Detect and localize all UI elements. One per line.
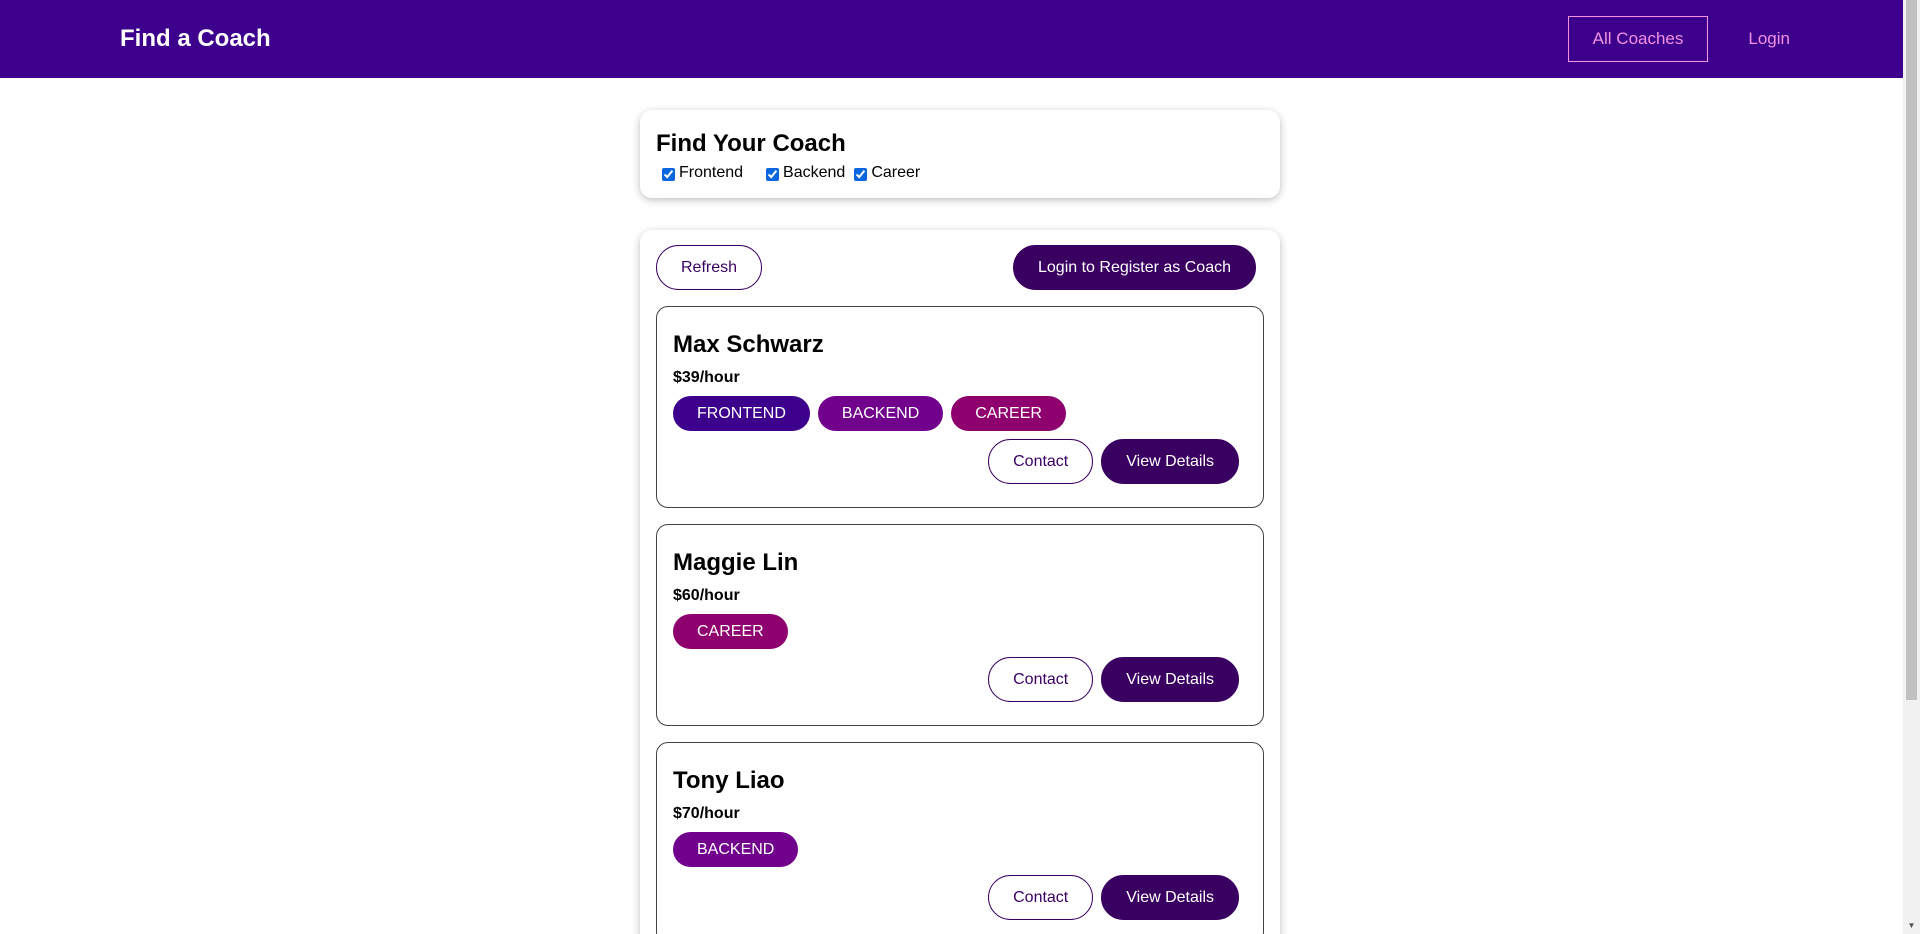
page-scrollbar[interactable]: ▲ ▼ <box>1903 0 1920 934</box>
filter-frontend-label: Frontend <box>679 164 744 181</box>
register-coach-button[interactable]: Login to Register as Coach <box>1013 245 1256 290</box>
area-badge: FRONTEND <box>673 396 810 431</box>
scroll-down-arrow-icon[interactable]: ▼ <box>1903 917 1920 934</box>
area-badge: CAREER <box>673 614 788 649</box>
coach-actions: Contact View Details <box>673 657 1247 702</box>
coach-item: Maggie Lin $60/hour CAREER Contact View … <box>656 524 1264 726</box>
coach-rate: $39/hour <box>673 369 740 386</box>
filter-frontend[interactable]: Frontend <box>656 164 743 182</box>
nav-login[interactable]: Login <box>1723 16 1815 62</box>
coach-filter-card: Find Your Coach Frontend Backend Career <box>640 110 1280 198</box>
coach-areas: FRONTEND BACKEND CAREER <box>673 396 1247 431</box>
brand-title[interactable]: Find a Coach <box>120 25 271 53</box>
refresh-button[interactable]: Refresh <box>656 245 763 290</box>
coach-areas: BACKEND <box>673 832 1247 867</box>
scroll-thumb[interactable] <box>1906 0 1917 700</box>
coach-name: Max Schwarz <box>673 331 824 358</box>
coach-list: Max Schwarz $39/hour FRONTEND BACKEND CA… <box>656 306 1264 934</box>
coach-rate: $70/hour <box>673 805 740 822</box>
coach-name: Maggie Lin <box>673 549 799 576</box>
coach-name: Tony Liao <box>673 767 785 794</box>
coach-item: Max Schwarz $39/hour FRONTEND BACKEND CA… <box>656 306 1264 508</box>
career-checkbox[interactable] <box>854 168 868 181</box>
coach-areas: CAREER <box>673 614 1247 649</box>
frontend-checkbox[interactable] <box>662 168 675 181</box>
coach-actions: Contact View Details <box>673 439 1247 484</box>
list-controls: Refresh Login to Register as Coach <box>656 245 1264 290</box>
backend-checkbox[interactable] <box>766 168 780 181</box>
contact-button[interactable]: Contact <box>988 439 1094 484</box>
coach-item: Tony Liao $70/hour BACKEND Contact View … <box>656 742 1264 934</box>
main-content: Find Your Coach Frontend Backend Career … <box>640 78 1280 934</box>
coach-rate: $60/hour <box>673 587 740 604</box>
contact-button[interactable]: Contact <box>988 875 1094 920</box>
contact-button[interactable]: Contact <box>988 657 1094 702</box>
view-details-button[interactable]: View Details <box>1101 875 1239 920</box>
filter-career-label: Career <box>871 164 921 181</box>
app-header: Find a Coach All Coaches Login <box>0 0 1920 78</box>
nav-all-coaches[interactable]: All Coaches <box>1567 16 1709 62</box>
coach-list-card: Refresh Login to Register as Coach Max S… <box>640 230 1280 934</box>
filter-career[interactable]: Career <box>848 164 920 182</box>
area-badge: BACKEND <box>817 396 944 431</box>
filter-backend[interactable]: Backend <box>760 164 845 182</box>
filter-title: Find Your Coach <box>656 130 846 157</box>
view-details-button[interactable]: View Details <box>1101 657 1239 702</box>
coach-actions: Contact View Details <box>673 875 1247 920</box>
top-nav: All Coaches Login <box>1553 16 1815 62</box>
filter-options: Frontend Backend Career <box>656 164 1264 182</box>
view-details-button[interactable]: View Details <box>1101 439 1239 484</box>
filter-backend-label: Backend <box>783 164 846 181</box>
area-badge: CAREER <box>951 396 1066 431</box>
area-badge: BACKEND <box>673 832 799 867</box>
